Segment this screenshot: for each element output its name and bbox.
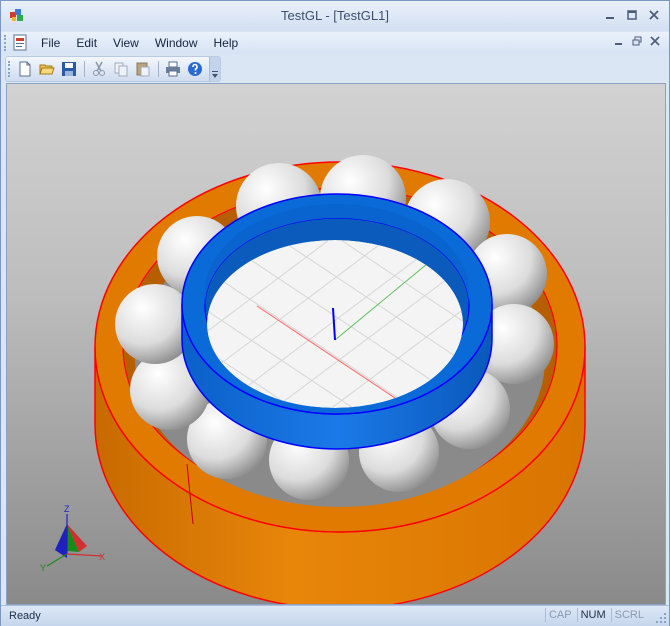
menu-edit[interactable]: Edit <box>68 35 105 51</box>
copy-button[interactable] <box>112 60 130 78</box>
document-icon[interactable] <box>11 34 29 52</box>
resize-grip-icon[interactable] <box>655 612 667 624</box>
axis-label-y: Y <box>40 563 46 573</box>
paste-button[interactable] <box>134 60 152 78</box>
minimize-button[interactable] <box>601 7 619 23</box>
axis-label-x: X <box>99 552 105 562</box>
status-bar: Ready CAP NUM SCRL <box>1 605 669 626</box>
caps-lock-indicator: CAP <box>544 608 575 622</box>
child-restore-button[interactable] <box>631 36 643 48</box>
bearing-model: Z X Y <box>40 155 586 604</box>
print-icon <box>166 61 180 77</box>
child-minimize-button[interactable] <box>613 36 625 48</box>
application-window: TestGL - [TestGL1] File Edit View Window… <box>0 0 670 626</box>
menu-bar: File Edit View Window Help <box>1 32 669 54</box>
menubar-grip[interactable] <box>4 35 9 51</box>
open-icon <box>39 64 55 75</box>
print-button[interactable] <box>164 60 182 78</box>
cut-icon <box>93 61 105 76</box>
chevron-down-icon <box>212 71 218 78</box>
minimize-icon <box>606 17 614 19</box>
child-close-button[interactable] <box>649 36 661 48</box>
help-icon <box>188 62 202 76</box>
minimize-icon <box>615 43 622 45</box>
toolbar-separator <box>158 61 159 77</box>
axis-label-z: Z <box>64 504 70 514</box>
status-text: Ready <box>9 610 41 622</box>
close-button[interactable] <box>645 7 663 23</box>
scroll-lock-indicator: SCRL <box>610 608 647 622</box>
maximize-button[interactable] <box>623 7 641 23</box>
standard-toolbar <box>5 56 221 82</box>
maximize-icon <box>627 10 637 20</box>
menu-view[interactable]: View <box>105 35 147 51</box>
close-icon <box>649 10 659 20</box>
help-button[interactable] <box>186 60 204 78</box>
save-icon <box>62 62 76 76</box>
new-icon <box>19 61 31 77</box>
window-title: TestGL - [TestGL1] <box>281 8 389 23</box>
restore-icon <box>632 36 642 46</box>
menu-help[interactable]: Help <box>206 35 247 51</box>
toolbar-grip[interactable] <box>8 61 13 77</box>
menu-window[interactable]: Window <box>147 35 206 51</box>
new-button[interactable] <box>16 60 34 78</box>
save-button[interactable] <box>60 60 78 78</box>
toolbar-overflow-button[interactable] <box>209 57 220 81</box>
copy-icon <box>114 62 128 77</box>
toolbar-separator <box>84 61 85 77</box>
paste-icon <box>136 62 150 77</box>
opengl-viewport[interactable]: Z X Y <box>6 83 666 605</box>
num-lock-indicator: NUM <box>576 608 609 622</box>
title-bar[interactable]: TestGL - [TestGL1] <box>1 1 669 31</box>
close-icon <box>650 36 660 46</box>
open-button[interactable] <box>38 60 56 78</box>
cut-button[interactable] <box>90 60 108 78</box>
axis-triad: Z X Y <box>40 504 105 573</box>
menu-file[interactable]: File <box>33 35 68 51</box>
